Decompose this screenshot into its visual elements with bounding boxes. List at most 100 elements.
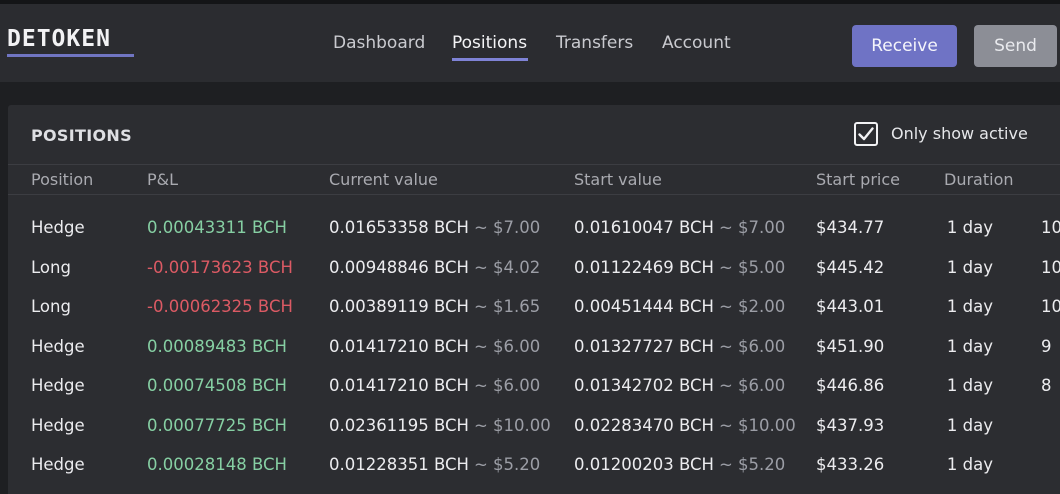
table-row[interactable]: Hedge 0.00028148 BCH 0.01228351 BCH ~ $5.20… <box>8 455 1060 485</box>
cell-truncated-column: 10 <box>1041 258 1060 277</box>
column-header-position[interactable]: Position <box>31 170 93 189</box>
cell-pnl: 0.00074508 BCH <box>147 376 287 395</box>
current-value-bch: 0.01417210 BCH <box>329 376 469 395</box>
cell-pnl: -0.00173623 BCH <box>147 258 293 277</box>
column-header-current-value[interactable]: Current value <box>329 170 438 189</box>
start-value-bch: 0.01610047 BCH <box>574 218 714 237</box>
cell-current-value: 0.01417210 BCH ~ $6.00 <box>329 337 540 356</box>
cell-start-price: $433.26 <box>816 455 885 474</box>
cell-start-value: 0.01327727 BCH ~ $6.00 <box>574 337 785 356</box>
cell-truncated-column: 9 <box>1041 337 1052 356</box>
start-value-bch: 0.01342702 BCH <box>574 376 714 395</box>
cell-pnl: -0.00062325 BCH <box>147 297 293 316</box>
column-header-duration[interactable]: Duration <box>944 170 1014 189</box>
nav-transfers[interactable]: Transfers <box>556 33 633 53</box>
cell-truncated-column: 10 <box>1041 218 1060 237</box>
cell-duration: 1 day <box>946 416 993 435</box>
cell-pnl: 0.00089483 BCH <box>147 337 287 356</box>
cell-duration: 1 day <box>946 337 993 356</box>
cell-current-value: 0.01228351 BCH ~ $5.20 <box>329 455 540 474</box>
current-value-bch: 0.01228351 BCH <box>329 455 469 474</box>
cell-position: Hedge <box>31 337 85 356</box>
cell-position: Long <box>31 258 71 277</box>
current-value-usd: ~ $5.20 <box>473 455 541 474</box>
send-button[interactable]: Send <box>974 25 1057 67</box>
start-value-bch: 0.01200203 BCH <box>574 455 714 474</box>
cell-start-value: 0.01342702 BCH ~ $6.00 <box>574 376 785 395</box>
cell-position: Hedge <box>31 416 85 435</box>
header-divider <box>8 164 1060 165</box>
cell-start-price: $451.90 <box>816 337 885 356</box>
cell-start-value: 0.01200203 BCH ~ $5.20 <box>574 455 785 474</box>
cell-position: Hedge <box>31 218 85 237</box>
start-value-bch: 0.01122469 BCH <box>574 258 714 277</box>
nav-account[interactable]: Account <box>662 33 731 53</box>
cell-pnl: 0.00028148 BCH <box>147 455 287 474</box>
start-value-usd: ~ $5.20 <box>718 455 786 474</box>
cell-current-value: 0.02361195 BCH ~ $10.00 <box>329 416 551 435</box>
cell-start-price: $437.93 <box>816 416 885 435</box>
cell-truncated-column: 8 <box>1041 376 1052 395</box>
checkmark-icon <box>858 127 874 141</box>
column-header-pnl[interactable]: P&L <box>147 170 178 189</box>
table-row[interactable]: Hedge 0.00077725 BCH 0.02361195 BCH ~ $10.0… <box>8 416 1060 446</box>
cell-start-value: 0.02283470 BCH ~ $10.00 <box>574 416 796 435</box>
current-value-bch: 0.01417210 BCH <box>329 337 469 356</box>
current-value-usd: ~ $1.65 <box>473 297 541 316</box>
cell-duration: 1 day <box>946 376 993 395</box>
cell-pnl: 0.00043311 BCH <box>147 218 287 237</box>
start-value-usd: ~ $10.00 <box>718 416 796 435</box>
start-value-usd: ~ $6.00 <box>718 337 786 356</box>
column-header-start-price[interactable]: Start price <box>816 170 900 189</box>
cell-start-value: 0.01610047 BCH ~ $7.00 <box>574 218 785 237</box>
current-value-usd: ~ $4.02 <box>473 258 541 277</box>
column-header-start-value[interactable]: Start value <box>574 170 662 189</box>
nav-dashboard[interactable]: Dashboard <box>333 33 425 53</box>
current-value-bch: 0.00948846 BCH <box>329 258 469 277</box>
cell-current-value: 0.01417210 BCH ~ $6.00 <box>329 376 540 395</box>
only-active-checkbox[interactable] <box>854 122 878 146</box>
table-row[interactable]: Hedge 0.00043311 BCH 0.01653358 BCH ~ $7.00… <box>8 218 1060 248</box>
panel-title: POSITIONS <box>31 126 132 145</box>
cell-position: Long <box>31 297 71 316</box>
start-value-usd: ~ $7.00 <box>718 218 786 237</box>
cell-position: Hedge <box>31 455 85 474</box>
table-row[interactable]: Hedge 0.00074508 BCH 0.01417210 BCH ~ $6.00… <box>8 376 1060 406</box>
cell-start-value: 0.01122469 BCH ~ $5.00 <box>574 258 785 277</box>
nav-positions[interactable]: Positions <box>452 33 527 53</box>
current-value-usd: ~ $10.00 <box>473 416 551 435</box>
cell-duration: 1 day <box>946 297 993 316</box>
app-header: DETOKEN Dashboard Positions Transfers Ac… <box>0 4 1060 82</box>
table-row[interactable]: Long -0.00173623 BCH 0.00948846 BCH ~ $4.02… <box>8 258 1060 288</box>
start-value-bch: 0.02283470 BCH <box>574 416 714 435</box>
current-value-bch: 0.00389119 BCH <box>329 297 469 316</box>
cell-start-value: 0.00451444 BCH ~ $2.00 <box>574 297 785 316</box>
cell-current-value: 0.00389119 BCH ~ $1.65 <box>329 297 540 316</box>
table-row[interactable]: Hedge 0.00089483 BCH 0.01417210 BCH ~ $6.00… <box>8 337 1060 367</box>
active-nav-indicator <box>452 58 528 61</box>
cell-start-price: $434.77 <box>816 218 885 237</box>
start-value-usd: ~ $6.00 <box>718 376 786 395</box>
start-value-bch: 0.00451444 BCH <box>574 297 714 316</box>
column-header-divider <box>8 194 1060 195</box>
positions-panel: POSITIONS Only show active Position P&L … <box>8 105 1060 494</box>
current-value-usd: ~ $6.00 <box>473 337 541 356</box>
cell-duration: 1 day <box>946 455 993 474</box>
start-value-usd: ~ $2.00 <box>718 297 786 316</box>
current-value-bch: 0.01653358 BCH <box>329 218 469 237</box>
cell-start-price: $443.01 <box>816 297 885 316</box>
table-row[interactable]: Long -0.00062325 BCH 0.00389119 BCH ~ $1.65… <box>8 297 1060 327</box>
current-value-usd: ~ $6.00 <box>473 376 541 395</box>
only-active-label[interactable]: Only show active <box>891 124 1028 143</box>
start-value-usd: ~ $5.00 <box>718 258 786 277</box>
cell-start-price: $445.42 <box>816 258 885 277</box>
cell-pnl: 0.00077725 BCH <box>147 416 287 435</box>
current-value-bch: 0.02361195 BCH <box>329 416 469 435</box>
start-value-bch: 0.01327727 BCH <box>574 337 714 356</box>
cell-duration: 1 day <box>946 218 993 237</box>
cell-truncated-column: 10 <box>1041 297 1060 316</box>
cell-current-value: 0.00948846 BCH ~ $4.02 <box>329 258 540 277</box>
cell-duration: 1 day <box>946 258 993 277</box>
current-value-usd: ~ $7.00 <box>473 218 541 237</box>
receive-button[interactable]: Receive <box>852 25 957 67</box>
